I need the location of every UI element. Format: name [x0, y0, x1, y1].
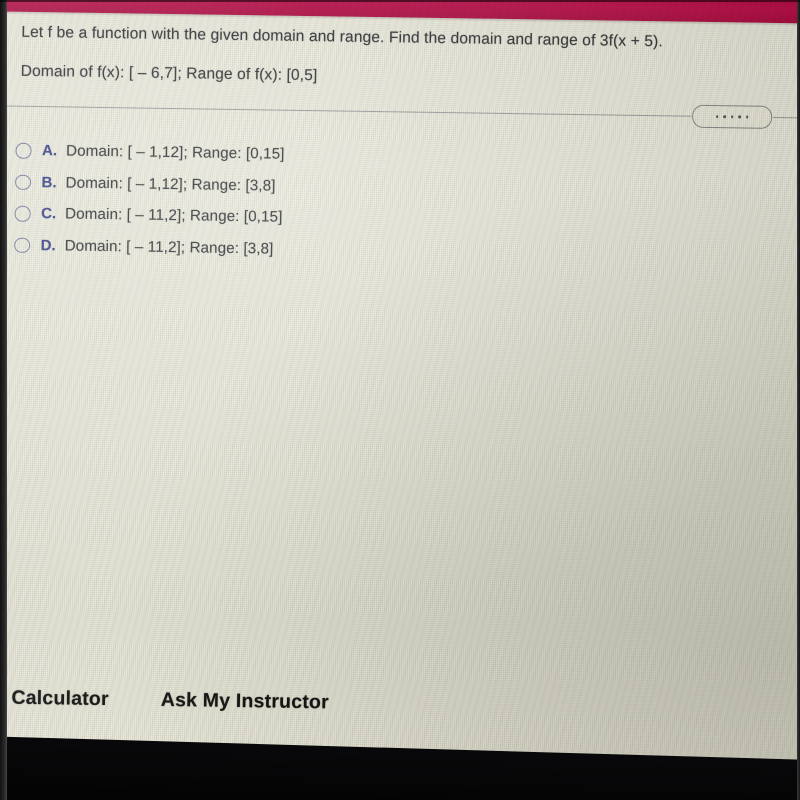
choice-letter: D. [40, 236, 56, 255]
monitor-bezel-top [0, 0, 800, 2]
monitor-screen-content: Let f be a function with the given domai… [0, 0, 800, 789]
radio-button-icon[interactable] [15, 142, 32, 159]
radio-button-icon[interactable] [14, 237, 30, 253]
bottom-toolbar: Calculator Ask My Instructor [11, 687, 329, 715]
radio-button-icon[interactable] [14, 174, 31, 190]
ellipsis-dot-icon [730, 115, 734, 119]
choice-letter: A. [41, 142, 58, 160]
choice-text: Domain: [ – 11,2]; Range: [3,8] [64, 237, 274, 258]
ask-my-instructor-button[interactable]: Ask My Instructor [161, 689, 329, 714]
ellipsis-dot-icon [715, 115, 719, 118]
ellipsis-dot-icon [738, 115, 742, 119]
screenshot-root: Let f be a function with the given domai… [0, 0, 800, 800]
calculator-button[interactable]: Calculator [11, 687, 109, 711]
ellipsis-dot-icon [746, 115, 749, 119]
choice-letter: C. [41, 205, 57, 223]
answer-choice-list: A. Domain: [ – 1,12]; Range: [0,15] B. D… [14, 135, 716, 271]
radio-button-icon[interactable] [14, 205, 31, 222]
choice-text: Domain: [ – 1,12]; Range: [3,8] [65, 174, 276, 195]
choice-text: Domain: [ – 1,12]; Range: [0,15] [65, 142, 285, 163]
question-block: Let f be a function with the given domai… [21, 23, 800, 94]
monitor-bezel-left [0, 0, 7, 800]
horizontal-divider [6, 105, 800, 120]
ellipsis-dot-icon [723, 115, 726, 119]
choice-text: Domain: [ – 11,2]; Range: [0,15] [64, 205, 283, 226]
choice-letter: B. [41, 173, 57, 192]
more-options-ellipsis-button[interactable] [691, 104, 773, 129]
